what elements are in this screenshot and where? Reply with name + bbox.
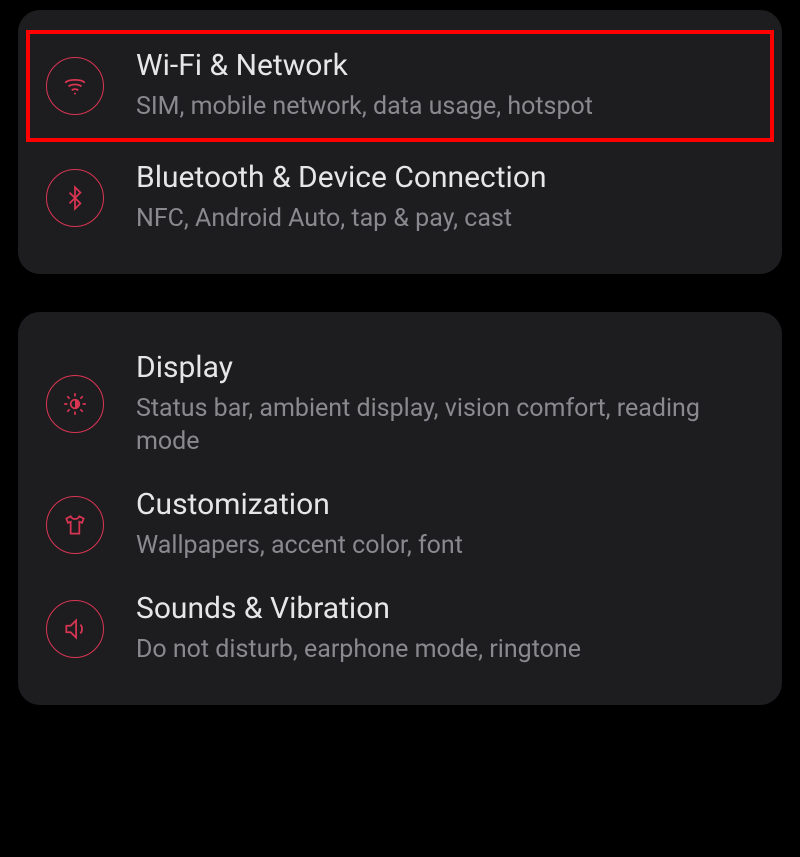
list-item-title: Customization — [136, 487, 754, 523]
list-item-title: Display — [136, 350, 754, 386]
bluetooth-icon — [46, 169, 104, 227]
list-item-title: Bluetooth & Device Connection — [136, 160, 754, 196]
list-item-subtitle: Status bar, ambient display, vision comf… — [136, 392, 754, 460]
list-item-title: Sounds & Vibration — [136, 591, 754, 627]
speaker-icon — [46, 600, 104, 658]
settings-group-device: Display Status bar, ambient display, vis… — [18, 312, 782, 705]
list-item-subtitle: Do not disturb, earphone mode, ringtone — [136, 633, 754, 667]
list-item-subtitle: SIM, mobile network, data usage, hotspot — [136, 90, 754, 124]
list-item-text: Bluetooth & Device Connection NFC, Andro… — [136, 160, 754, 236]
settings-group-connectivity: Wi-Fi & Network SIM, mobile network, dat… — [18, 10, 782, 274]
tshirt-icon — [46, 496, 104, 554]
settings-item-display[interactable]: Display Status bar, ambient display, vis… — [18, 336, 782, 474]
settings-item-wifi-network[interactable]: Wi-Fi & Network SIM, mobile network, dat… — [26, 30, 774, 142]
list-item-text: Display Status bar, ambient display, vis… — [136, 350, 754, 460]
list-item-text: Customization Wallpapers, accent color, … — [136, 487, 754, 563]
wifi-icon — [46, 57, 104, 115]
list-item-text: Sounds & Vibration Do not disturb, earph… — [136, 591, 754, 667]
list-item-subtitle: Wallpapers, accent color, font — [136, 529, 754, 563]
settings-item-bluetooth-device[interactable]: Bluetooth & Device Connection NFC, Andro… — [18, 146, 782, 250]
list-item-text: Wi-Fi & Network SIM, mobile network, dat… — [136, 48, 754, 124]
settings-item-customization[interactable]: Customization Wallpapers, accent color, … — [18, 473, 782, 577]
list-item-title: Wi-Fi & Network — [136, 48, 754, 84]
settings-item-sounds-vibration[interactable]: Sounds & Vibration Do not disturb, earph… — [18, 577, 782, 681]
list-item-subtitle: NFC, Android Auto, tap & pay, cast — [136, 202, 754, 236]
brightness-icon — [46, 375, 104, 433]
